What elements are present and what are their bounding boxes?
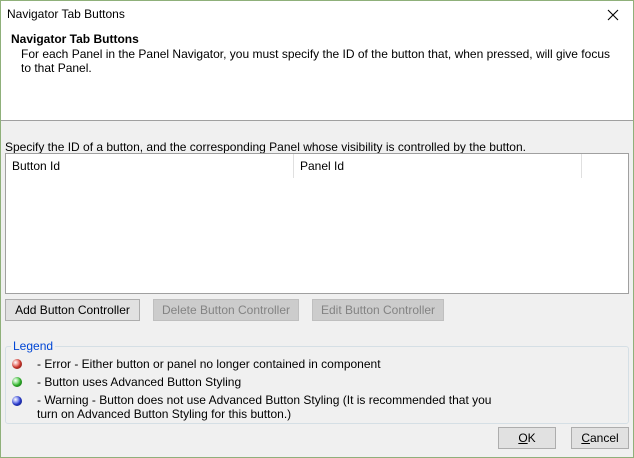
- header-title: Navigator Tab Buttons: [11, 32, 139, 46]
- column-header-button-id[interactable]: Button Id: [6, 154, 294, 178]
- close-icon: [607, 9, 619, 21]
- legend-error-text: - Error - Either button or panel no long…: [37, 357, 381, 371]
- close-button[interactable]: [593, 1, 633, 29]
- instruction-text: Specify the ID of a button, and the corr…: [5, 140, 526, 154]
- legend-warning-text: - Warning - Button does not use Advanced…: [37, 393, 492, 421]
- cancel-label-rest: ancel: [589, 431, 619, 445]
- cancel-button[interactable]: Cancel: [571, 427, 629, 449]
- ok-label-rest: K: [527, 431, 536, 445]
- ok-button[interactable]: OK: [498, 427, 556, 449]
- header-description: For each Panel in the Panel Navigator, y…: [21, 47, 610, 75]
- column-header-filler: [583, 154, 628, 178]
- column-header-panel-id[interactable]: Panel Id: [295, 154, 582, 178]
- legend-advanced-text: - Button uses Advanced Button Styling: [37, 375, 242, 389]
- edit-button-controller-button[interactable]: Edit Button Controller: [312, 299, 444, 321]
- green-status-dot-icon: [12, 377, 22, 387]
- ok-mnemonic: O: [518, 431, 528, 445]
- delete-button-controller-button[interactable]: Delete Button Controller: [153, 299, 299, 321]
- red-status-dot-icon: [12, 359, 22, 369]
- legend-caption: Legend: [11, 339, 56, 353]
- legend-group: Legend - Error - Either button or panel …: [5, 339, 629, 424]
- window-title: Navigator Tab Buttons: [7, 7, 125, 21]
- title-bar: Navigator Tab Buttons: [1, 1, 633, 29]
- dialog-window: Navigator Tab Buttons Navigator Tab Butt…: [0, 0, 634, 458]
- cancel-mnemonic: C: [581, 431, 590, 445]
- dialog-header: Navigator Tab Buttons For each Panel in …: [1, 29, 633, 121]
- add-button-controller-button[interactable]: Add Button Controller: [5, 299, 140, 321]
- button-panel-table[interactable]: Button Id Panel Id: [5, 153, 629, 294]
- blue-status-dot-icon: [12, 396, 22, 406]
